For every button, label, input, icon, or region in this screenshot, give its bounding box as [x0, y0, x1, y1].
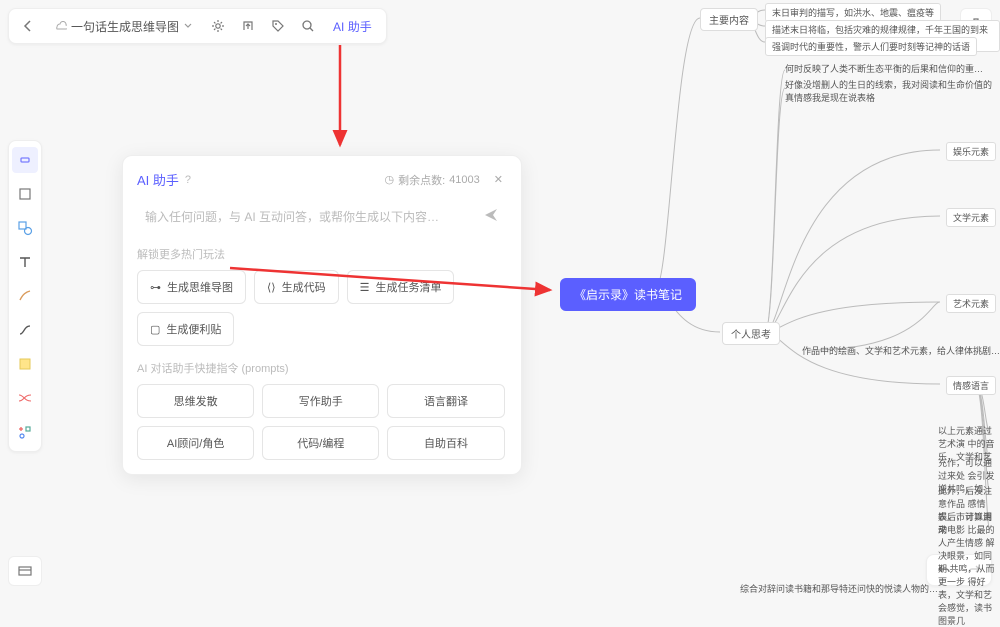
prompt-code[interactable]: 代码/编程 [262, 426, 379, 460]
prompt-writing[interactable]: 写作助手 [262, 384, 379, 418]
points-counter: ◷ 剩余点数: 41003 [385, 172, 480, 188]
connector-tool[interactable] [12, 317, 38, 343]
shuffle-tool[interactable] [12, 385, 38, 411]
title-text: 一句话生成思维导图 [71, 18, 179, 35]
frame-tool[interactable] [12, 181, 38, 207]
leaf[interactable]: 作品中的绘画、文学和艺术元素，给人律体挑剧的情感感受 [802, 344, 1000, 357]
prompt-chips: 思维发散 写作助手 语言翻译 AI顾问/角色 代码/编程 自助百科 [137, 384, 507, 460]
leaf[interactable]: 好像没增删人的生日的线索，我对阅读和生命价值的真情感我是现在说表格 [785, 78, 995, 104]
leaf-bottom[interactable]: 综合对辞问读书籍和那导特还问快的悦读人物的图，学习和者拥抱这里 [740, 582, 940, 595]
ai-assistant-button[interactable]: AI 助手 [325, 14, 380, 39]
leaf[interactable]: 何时反映了人类不断生态平衡的后果和信仰的重要性 [785, 62, 985, 75]
export-button[interactable] [235, 13, 261, 39]
code-icon: ⟨⟩ [267, 281, 276, 294]
prompt-translate[interactable]: 语言翻译 [387, 384, 504, 418]
cloud-icon [53, 18, 67, 35]
sticky-icon: ▢ [150, 323, 160, 336]
prompt-diverge[interactable]: 思维发散 [137, 384, 254, 418]
prompt-wiki[interactable]: 自助百科 [387, 426, 504, 460]
search-button[interactable] [295, 13, 321, 39]
back-button[interactable] [15, 13, 41, 39]
pen-tool[interactable] [12, 283, 38, 309]
chip-mindmap[interactable]: ⊶生成思维导图 [137, 270, 246, 304]
leaf[interactable]: 娱后，可以调动电影 比最的人产生情感 解决眼景，如同期 共鸣，从而更一步 得好表… [938, 510, 1000, 627]
chip-tasklist[interactable]: ☰生成任务清单 [347, 270, 455, 304]
sub-art[interactable]: 艺术元素 [946, 294, 996, 313]
sub-emotion[interactable]: 情感语言 [946, 376, 996, 395]
document-title[interactable]: 一句话生成思维导图 [45, 14, 201, 39]
chip-sticky[interactable]: ▢生成便利贴 [137, 312, 234, 346]
chip-code[interactable]: ⟨⟩生成代码 [254, 270, 339, 304]
help-icon[interactable]: ? [185, 174, 191, 186]
settings-button[interactable] [205, 13, 231, 39]
layers-button[interactable] [8, 556, 42, 586]
sub-literature[interactable]: 文学元素 [946, 208, 996, 227]
ai-panel-title: AI 助手 ? [137, 170, 191, 189]
hot-chips: ⊶生成思维导图 ⟨⟩生成代码 ☰生成任务清单 ▢生成便利贴 [137, 270, 507, 346]
annotation-arrow-1 [250, 40, 450, 160]
close-button[interactable]: ✕ [490, 173, 507, 186]
top-toolbar: 一句话生成思维导图 AI 助手 [8, 8, 387, 44]
ai-prompt-input[interactable] [145, 210, 475, 224]
hot-section-label: 解锁更多热门玩法 [137, 246, 507, 262]
branch-personal-thoughts[interactable]: 个人思考 [722, 322, 780, 345]
text-tool[interactable] [12, 249, 38, 275]
prompt-role[interactable]: AI顾问/角色 [137, 426, 254, 460]
ai-assistant-panel: AI 助手 ? ◷ 剩余点数: 41003 ✕ 解锁更多热门玩法 ⊶生成思维导图… [122, 155, 522, 475]
send-button[interactable] [483, 207, 499, 226]
prompts-section-label: AI 对话助手快捷指令 (prompts) [137, 360, 507, 376]
more-shapes-tool[interactable] [12, 419, 38, 445]
mindmap-icon: ⊶ [150, 281, 161, 294]
sub-entertainment[interactable]: 娱乐元素 [946, 142, 996, 161]
chevron-down-icon [183, 19, 193, 33]
shape-tool[interactable] [12, 215, 38, 241]
select-tool[interactable] [12, 147, 38, 173]
branch-main-content[interactable]: 主要内容 [700, 8, 758, 31]
leaf[interactable]: 强调时代的重要性，警示人们要时刻等记神的话语 [765, 37, 977, 56]
mindmap-root-node[interactable]: 《启示录》读书笔记 [560, 278, 696, 311]
ai-input-row [137, 201, 507, 232]
sticky-tool[interactable] [12, 351, 38, 377]
tag-button[interactable] [265, 13, 291, 39]
list-icon: ☰ [360, 281, 370, 294]
tool-sidebar [8, 140, 42, 452]
clock-icon: ◷ [385, 173, 395, 186]
mindmap-canvas[interactable]: 《启示录》读书笔记 主要内容 末日审判的描写，如洪水、地震、瘟疫等 描述末日将临… [560, 0, 1000, 594]
